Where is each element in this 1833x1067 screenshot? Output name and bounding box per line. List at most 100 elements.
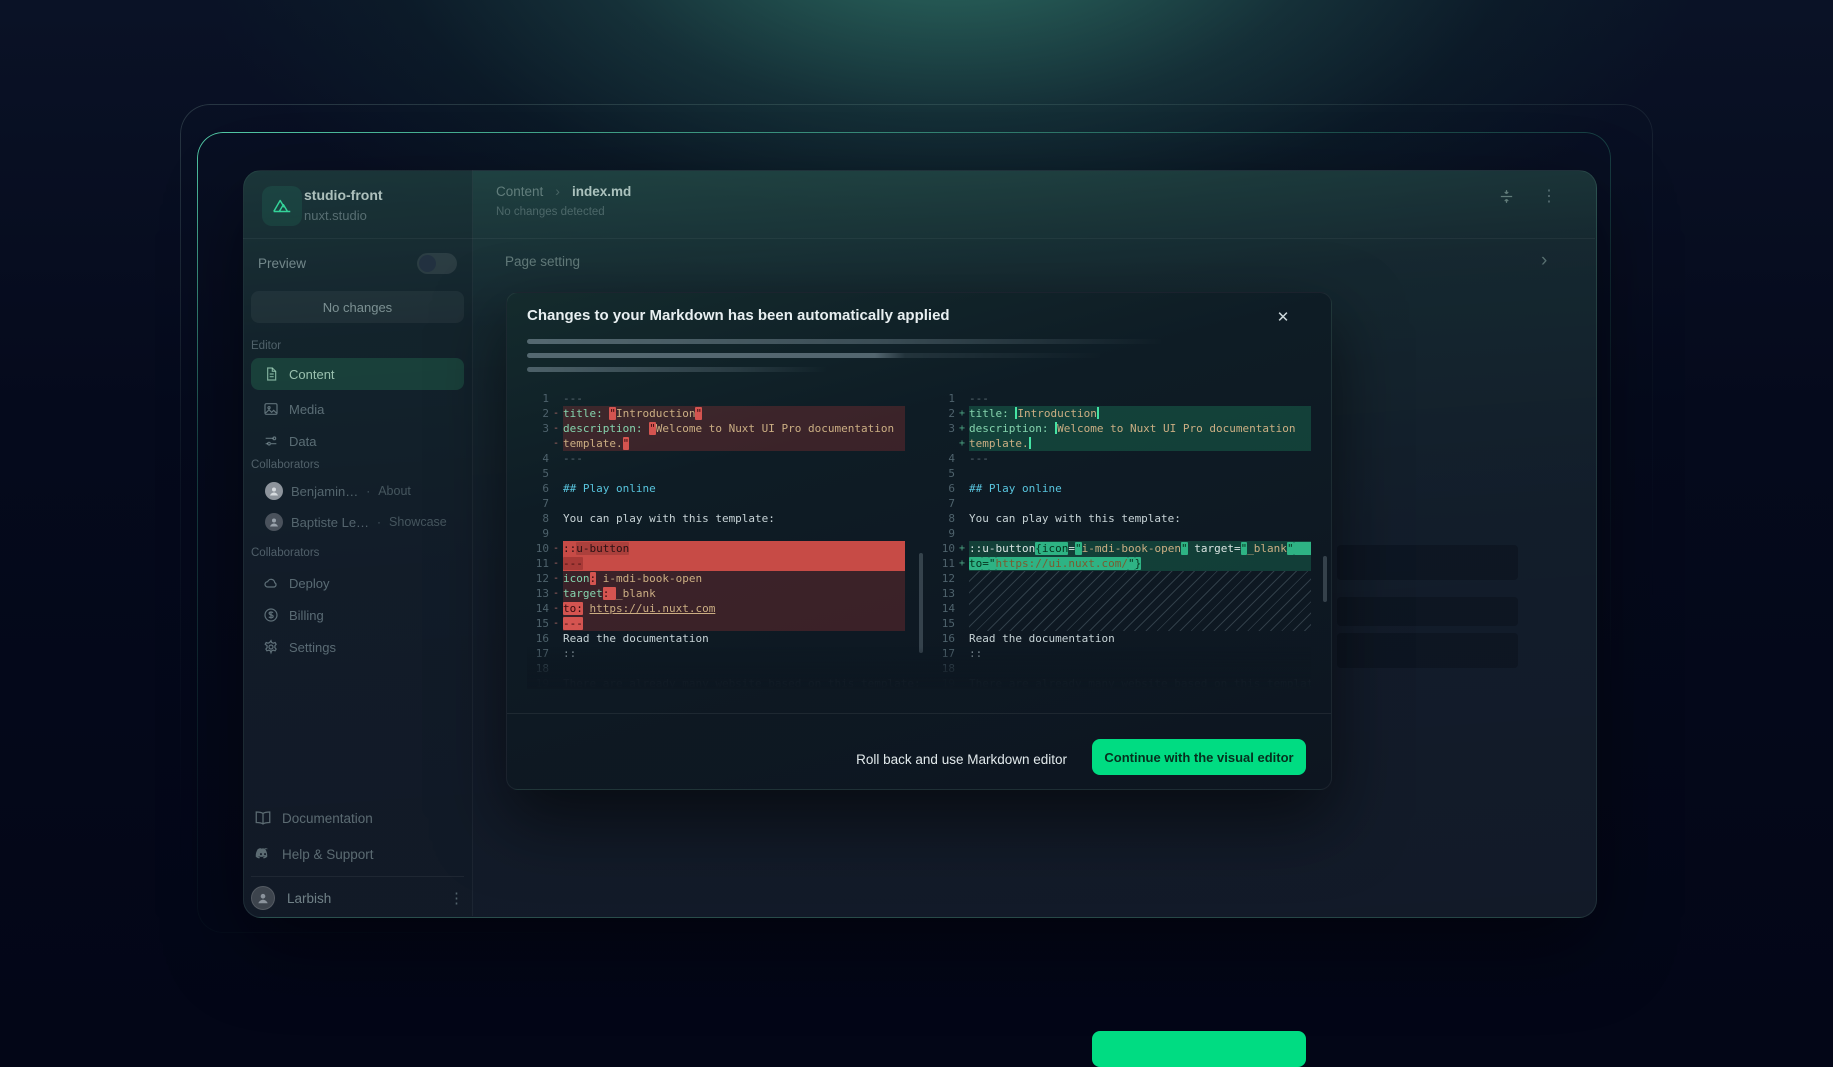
code-segment	[1029, 437, 1031, 449]
code-segment: title:	[563, 407, 609, 420]
diff-line: +template.	[933, 436, 1311, 451]
line-number: 2	[527, 406, 549, 421]
diff-line: 2-title: "Introduction"	[527, 406, 905, 421]
code-segment: description:	[563, 422, 649, 435]
scrollbar-thumb[interactable]	[919, 553, 923, 653]
line-number: 12	[933, 571, 955, 586]
avatar	[265, 482, 283, 500]
line-number: 14	[527, 601, 549, 616]
collaborator-row[interactable]: Baptiste Le… · Showcase	[265, 513, 447, 531]
document-icon	[263, 366, 279, 382]
line-number: 13	[933, 586, 955, 601]
code-segment: Read the documentation	[969, 632, 1115, 645]
code-text: You can play with this template:	[563, 511, 905, 526]
sidebar-item-help-support[interactable]: Help & Support	[254, 845, 374, 863]
no-changes-button[interactable]: No changes	[251, 291, 464, 323]
sidebar-item-label: Deploy	[289, 576, 329, 591]
kebab-icon[interactable]: ⋮	[1541, 186, 1557, 206]
diff-pane-modified: 1---2+title: Introduction3+description: …	[933, 391, 1311, 689]
line-number: 15	[933, 616, 955, 631]
code-segment: ---	[969, 392, 989, 405]
continue-button[interactable]: Continue with the visual editor	[1092, 739, 1306, 775]
code-segment: Welcome to Nuxt UI Pro documentation	[1057, 422, 1295, 435]
code-segment: ---	[969, 452, 989, 465]
code-segment: https://ui.nuxt.com/	[996, 557, 1128, 570]
line-number: 5	[527, 466, 549, 481]
unfold-icon[interactable]	[1498, 188, 1515, 205]
code-text: ---	[969, 451, 1311, 466]
skeleton-line	[527, 353, 1127, 358]
project-name: studio-front	[304, 187, 383, 203]
code-segment: _blank	[1247, 542, 1287, 555]
diff-marker	[549, 466, 563, 481]
code-text	[969, 526, 1311, 541]
code-segment: ## Play online	[969, 482, 1062, 495]
dollar-circle-icon	[263, 607, 279, 623]
diff-line: 4 ---	[933, 451, 1311, 466]
sidebar-item-deploy[interactable]: Deploy	[251, 568, 464, 598]
diff-line: 12-icon: i-mdi-book-open	[527, 571, 905, 586]
sidebar-item-billing[interactable]: Billing	[251, 600, 464, 630]
chevron-right-icon[interactable]: ›	[1541, 250, 1547, 272]
diff-line: 9	[933, 526, 1311, 541]
breadcrumb-current: index.md	[572, 184, 631, 199]
diff-marker	[955, 391, 969, 406]
code-text: ---	[563, 451, 905, 466]
line-number: 10	[527, 541, 549, 556]
code-segment: ## Play online	[563, 482, 656, 495]
code-text	[969, 586, 1311, 601]
diff-line: 9	[527, 526, 905, 541]
diff-line: 13	[933, 586, 1311, 601]
sidebar-item-media[interactable]: Media	[251, 394, 464, 424]
sidebar-item-settings[interactable]: Settings	[251, 632, 464, 662]
user-menu[interactable]: Larbish ⋮	[251, 884, 464, 912]
code-segment: title:	[969, 407, 1015, 420]
code-segment: template.	[969, 437, 1029, 450]
rollback-button[interactable]: Roll back and use Markdown editor	[856, 741, 1067, 777]
collaborator-page: About	[378, 484, 411, 498]
code-text	[969, 466, 1311, 481]
line-number: 9	[527, 526, 549, 541]
diff-marker	[955, 631, 969, 646]
collaborator-row[interactable]: Benjamin… · About	[265, 482, 411, 500]
project-domain: nuxt.studio	[304, 208, 367, 223]
line-number: 3	[933, 421, 955, 436]
sidebar-item-content[interactable]: Content	[251, 358, 464, 390]
kebab-icon[interactable]: ⋮	[449, 889, 464, 907]
sidebar-item-data[interactable]: Data	[251, 426, 464, 456]
line-number: 3	[527, 421, 549, 436]
sidebar-item-label: Documentation	[282, 811, 373, 826]
preview-label: Preview	[258, 256, 306, 271]
code-segment: ---	[563, 557, 583, 570]
line-number: 4	[933, 451, 955, 466]
scrollbar-thumb[interactable]	[1323, 556, 1327, 602]
sidebar-item-label: Help & Support	[282, 847, 374, 862]
code-text: ## Play online	[563, 481, 905, 496]
diff-pane-original: 1---2-title: "Introduction"3-description…	[527, 391, 905, 689]
code-segment	[1097, 407, 1099, 419]
modal-title: Changes to your Markdown has been automa…	[527, 307, 950, 324]
close-icon[interactable]: ✕	[1269, 303, 1297, 331]
diff-marker	[549, 451, 563, 466]
diff-line: 3-description: "Welcome to Nuxt UI Pro d…	[527, 421, 905, 436]
code-text: Read the documentation	[563, 631, 905, 646]
line-number: 15	[527, 616, 549, 631]
page-background: studio-front nuxt.studio Preview No chan…	[0, 0, 1833, 1035]
breadcrumb-parent[interactable]: Content	[496, 184, 543, 199]
code-segment: Read the documentation	[563, 632, 709, 645]
sidebar-item-documentation[interactable]: Documentation	[254, 809, 373, 827]
code-text: template."	[563, 436, 905, 451]
diff-marker	[955, 616, 969, 631]
chevron-right-icon: ›	[555, 183, 560, 199]
code-segment: u-button	[576, 542, 629, 555]
sliders-icon	[263, 433, 279, 449]
code-text	[563, 526, 905, 541]
code-segment: ---	[563, 392, 583, 405]
diff-line: 7	[527, 496, 905, 511]
diff-line: 11+to="https://ui.nuxt.com/"}	[933, 556, 1311, 571]
cloud-icon	[263, 575, 279, 591]
project-logo[interactable]	[262, 186, 302, 226]
diff-marker: -	[549, 406, 563, 421]
diff-marker	[549, 481, 563, 496]
preview-toggle[interactable]	[417, 253, 457, 274]
